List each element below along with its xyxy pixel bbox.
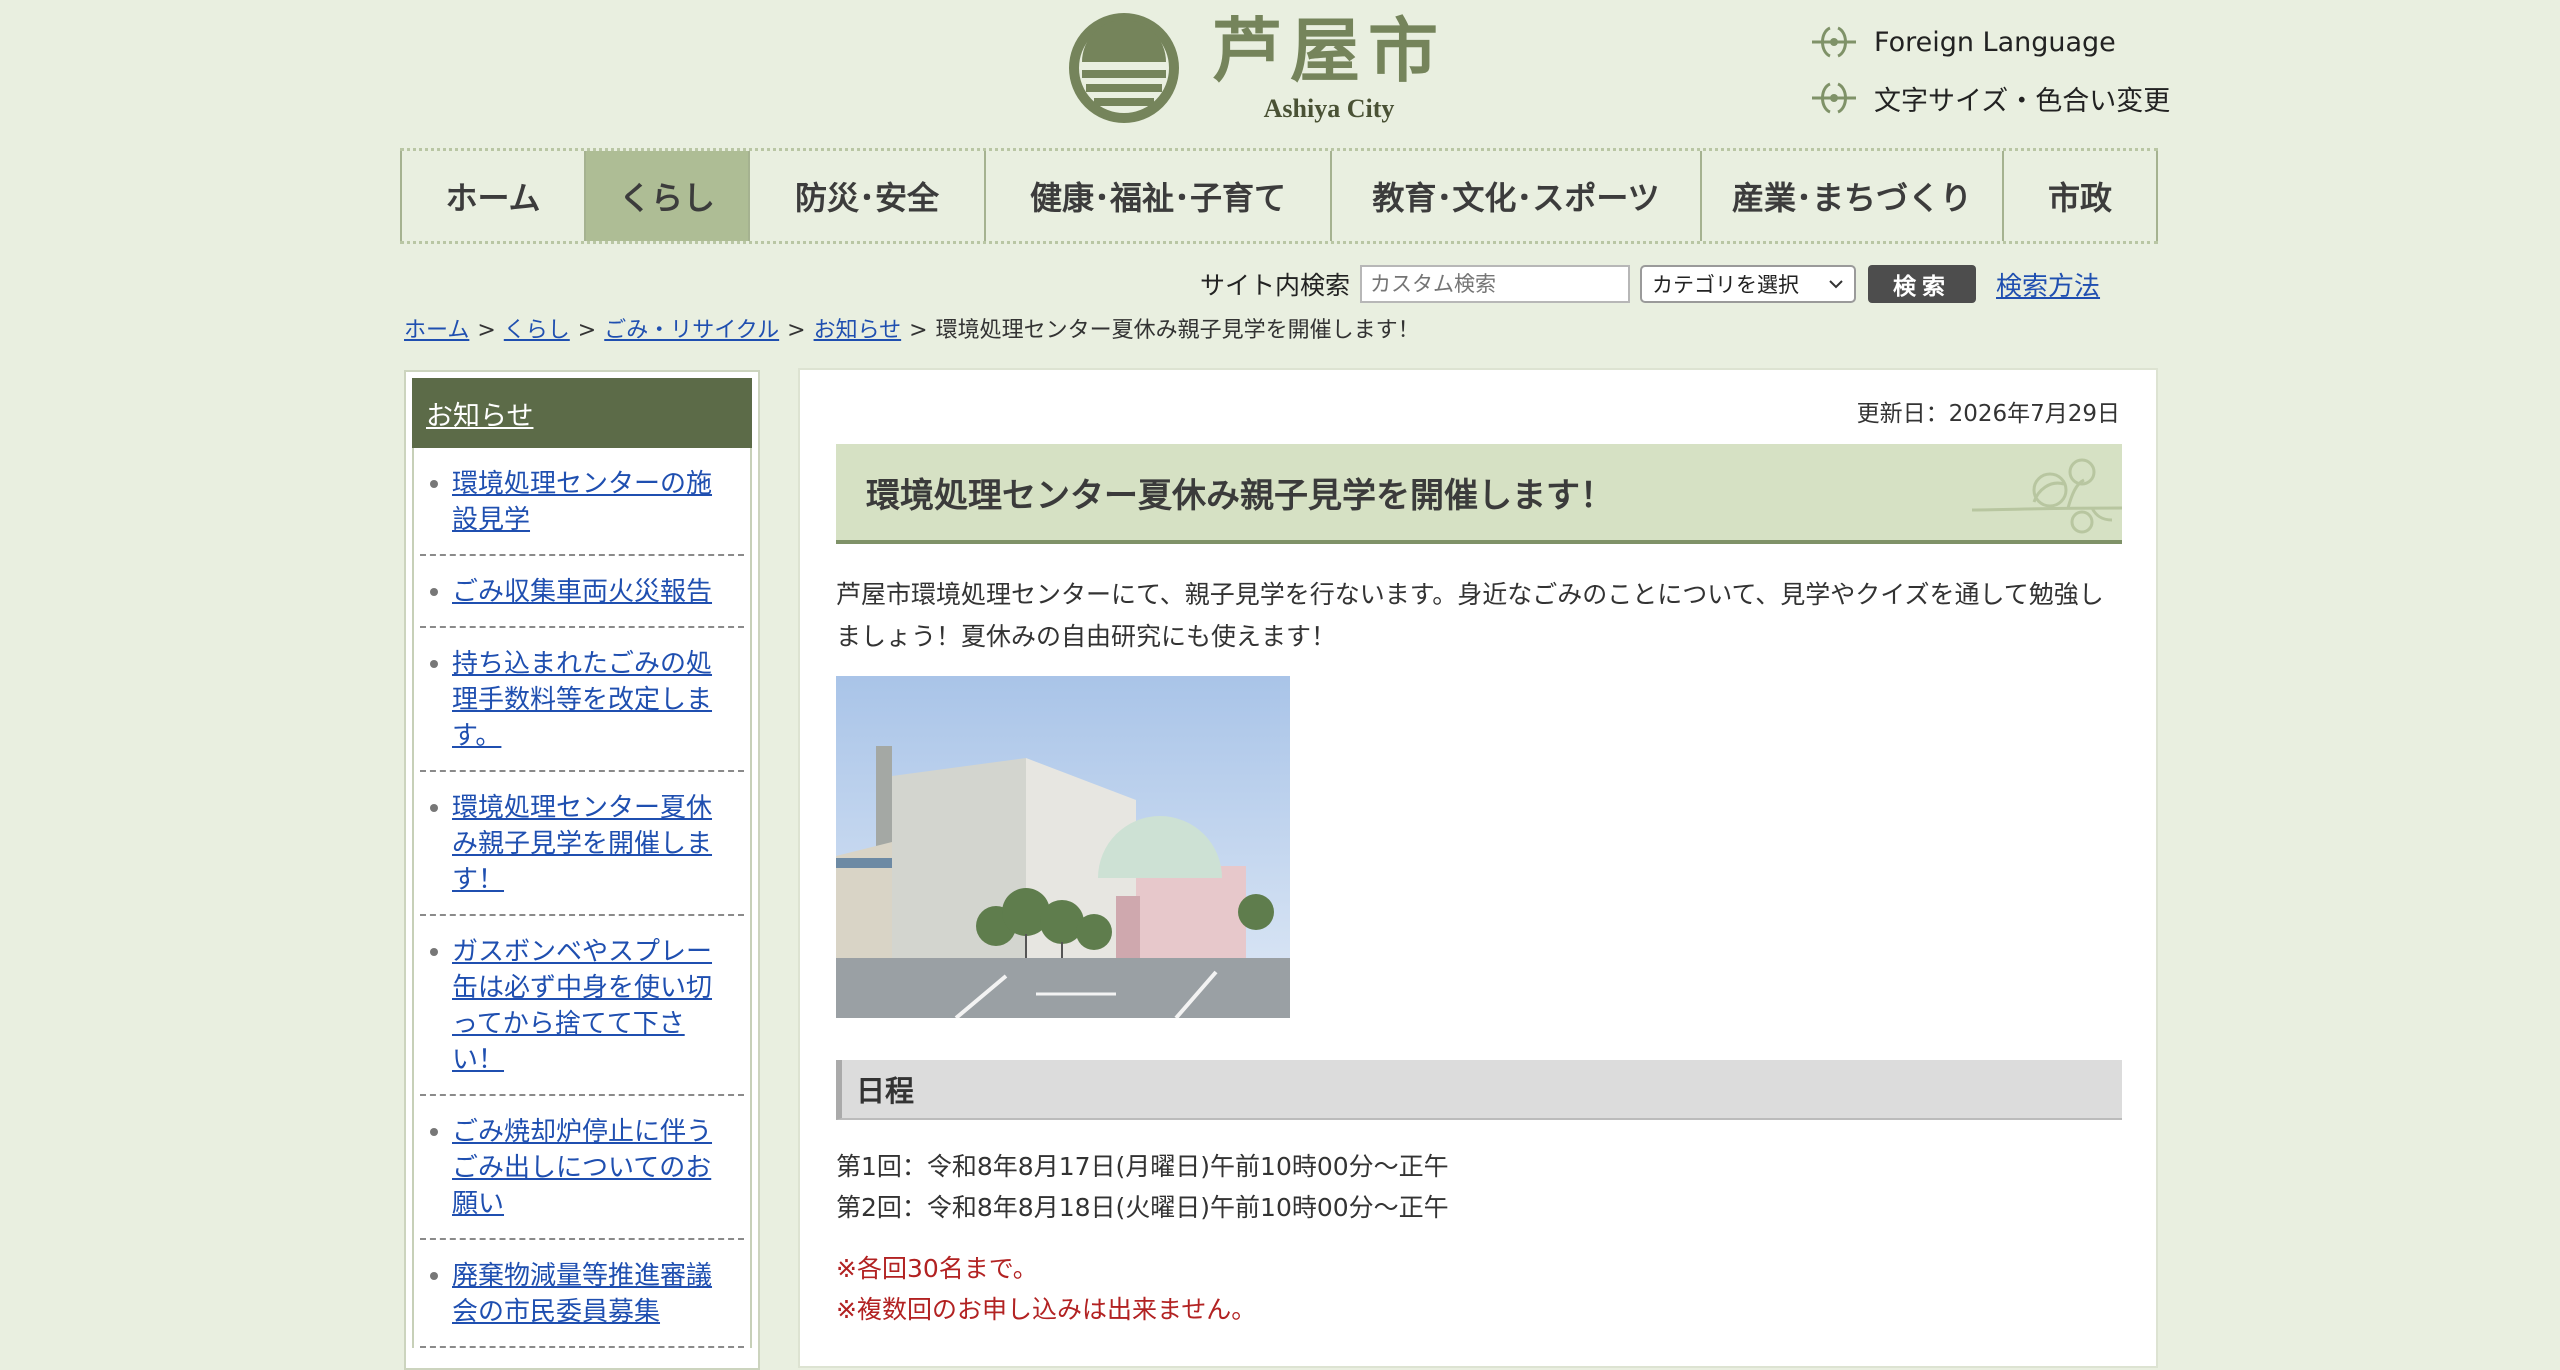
breadcrumb-separator: > — [577, 318, 597, 343]
sidebar-list: 環境処理センターの施設見学 ごみ収集車両火災報告 持ち込まれたごみの処理手数料等… — [412, 448, 752, 1348]
category-select[interactable]: カテゴリを選択 — [1640, 265, 1857, 303]
sidebar-item-gas-spray[interactable]: ガスボンベやスプレー缶は必ず中身を使い切ってから捨てて下さい！ — [420, 916, 744, 1096]
sidebar-heading[interactable]: お知らせ — [412, 378, 752, 448]
utility-links: Foreign Language 文字サイズ・色合い変更 — [1810, 20, 2170, 132]
logo-name-jp: 芦屋市 — [1212, 9, 1446, 92]
page-title: 環境処理センター夏休み親子見学を開催します！ — [866, 476, 1614, 516]
global-nav: ホーム くらし 防災･安全 健康･福祉･子育て 教育･文化･スポーツ 産業･まち… — [400, 148, 2158, 244]
nav-kenkou[interactable]: 健康･福祉･子育て — [984, 151, 1330, 241]
sidebar-item-fee-revision[interactable]: 持ち込まれたごみの処理手数料等を改定します。 — [420, 628, 744, 772]
city-emblem-icon — [1069, 13, 1179, 123]
nav-kyouiku[interactable]: 教育･文化･スポーツ — [1330, 151, 1700, 241]
breadcrumb-separator: > — [477, 318, 496, 343]
vine-ornament-icon — [1972, 458, 2122, 534]
main-content: 更新日：2026年7月29日 環境処理センター夏休み親子見学を開催します！ 芦屋… — [798, 368, 2158, 1368]
lead-paragraph: 芦屋市環境処理センターにて、親子見学を行ないます。身近なごみのことについて、見学… — [836, 580, 2104, 651]
sidebar-item-summer-tour[interactable]: 環境処理センター夏休み親子見学を開催します！ — [420, 772, 744, 916]
updated-date: 更新日：2026年7月29日 — [1856, 401, 2120, 427]
sidebar-item-facility-tour[interactable]: 環境処理センターの施設見学 — [420, 448, 744, 556]
sidebar-item-incinerator-stop[interactable]: ごみ焼却炉停止に伴うごみ出しについてのお願い — [420, 1096, 744, 1240]
nav-home[interactable]: ホーム — [400, 151, 584, 241]
nav-sangyou[interactable]: 産業･まちづくり — [1700, 151, 2002, 241]
chevron-down-icon — [1829, 280, 1843, 289]
page-title-bar: 環境処理センター夏休み親子見学を開催します！ — [836, 444, 2122, 544]
search-button[interactable]: 検索 — [1868, 265, 1977, 303]
search-input[interactable] — [1360, 265, 1631, 303]
text-size-color-label: 文字サイズ・色合い変更 — [1874, 85, 2171, 117]
breadcrumb-separator: > — [787, 318, 806, 343]
fleur-ornament-icon — [1812, 26, 1856, 58]
nav-kurashi[interactable]: くらし — [584, 151, 748, 241]
breadcrumb-kurashi[interactable]: くらし — [504, 318, 570, 343]
search-help-link[interactable]: 検索方法 — [1996, 266, 2100, 303]
fleur-ornament-icon — [1812, 82, 1856, 114]
breadcrumb-gomi-recycle[interactable]: ごみ・リサイクル — [604, 318, 779, 343]
schedule-list: 第1回：令和8年8月17日(月曜日)午前10時00分～正午 第2回：令和8年8月… — [836, 1146, 1449, 1228]
sidebar-item-truck-fire[interactable]: ごみ収集車両火災報告 — [420, 556, 744, 628]
foreign-language-label: Foreign Language — [1874, 26, 2116, 58]
breadcrumb-home[interactable]: ホーム — [404, 318, 469, 343]
site-search: サイト内検索 カテゴリを選択 検索 検索方法 — [1200, 264, 2100, 304]
schedule-item-2: 第2回：令和8年8月18日(火曜日)午前10時00分～正午 — [836, 1193, 1449, 1222]
breadcrumb-current: 環境処理センター夏休み親子見学を開催します！ — [935, 318, 1420, 343]
text-size-color-link[interactable]: 文字サイズ・色合い変更 — [1810, 76, 2170, 120]
search-label: サイト内検索 — [1200, 271, 1351, 300]
breadcrumb-separator: > — [909, 318, 928, 343]
sidebar-item-council-recruit[interactable]: 廃棄物減量等推進審議会の市民委員募集 — [420, 1240, 744, 1348]
sidebar: お知らせ 環境処理センターの施設見学 ごみ収集車両火災報告 持ち込まれたごみの処… — [404, 370, 760, 1370]
nav-shisei[interactable]: 市政 — [2002, 151, 2158, 241]
notes-list: ※各回30名まで。 ※複数回のお申し込みは出来ません。 — [836, 1248, 1256, 1330]
breadcrumb: ホーム > くらし > ごみ・リサイクル > お知らせ > 環境処理センター夏休み親子見学を開催… — [404, 312, 1420, 344]
note-capacity: ※各回30名まで。 — [836, 1254, 1038, 1283]
site-logo[interactable]: 芦屋市 Ashiya City — [1068, 12, 1446, 124]
category-select-value: カテゴリを選択 — [1652, 273, 1800, 297]
schedule-item-1: 第1回：令和8年8月17日(月曜日)午前10時00分～正午 — [836, 1152, 1449, 1181]
breadcrumb-oshirase[interactable]: お知らせ — [814, 318, 902, 343]
facility-photo — [836, 676, 1290, 1018]
schedule-heading: 日程 — [836, 1060, 2122, 1120]
nav-bousai[interactable]: 防災･安全 — [748, 151, 984, 241]
note-multiple-application: ※複数回のお申し込みは出来ません。 — [836, 1295, 1257, 1324]
foreign-language-link[interactable]: Foreign Language — [1810, 20, 2170, 64]
logo-name-en: Ashiya City — [1263, 94, 1395, 123]
